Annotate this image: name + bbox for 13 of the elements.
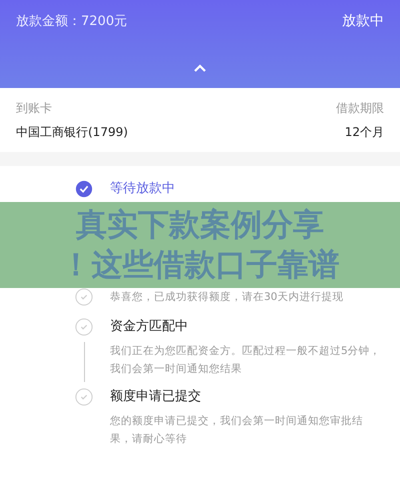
step-description: 我们正在为您匹配资金方。匹配过程一般不超过5分钟，我们会第一时间通知您结果 (110, 344, 382, 377)
term-value: 12个月 (344, 124, 384, 140)
term-label: 借款期限 (336, 100, 384, 116)
card-value: 中国工商银行(1799) (16, 124, 128, 140)
collapse-chevron-icon[interactable] (193, 64, 207, 73)
step-title: 资金方匹配中 (110, 318, 189, 336)
step-title: 额度申请已提交 (110, 388, 202, 406)
step-description: 您的额度申请已提交，我们会第一时间通知您审批结果，请耐心等待 (110, 414, 364, 447)
loan-status: 放款中 (342, 12, 384, 30)
step-title: 等待放款中 (110, 180, 176, 198)
card-label: 到账卡 (16, 100, 52, 116)
step-description: 恭喜您，已成功获得额度，请在30天内进行提现 (110, 290, 344, 305)
loan-amount: 放款金额：7200元 (16, 13, 128, 30)
